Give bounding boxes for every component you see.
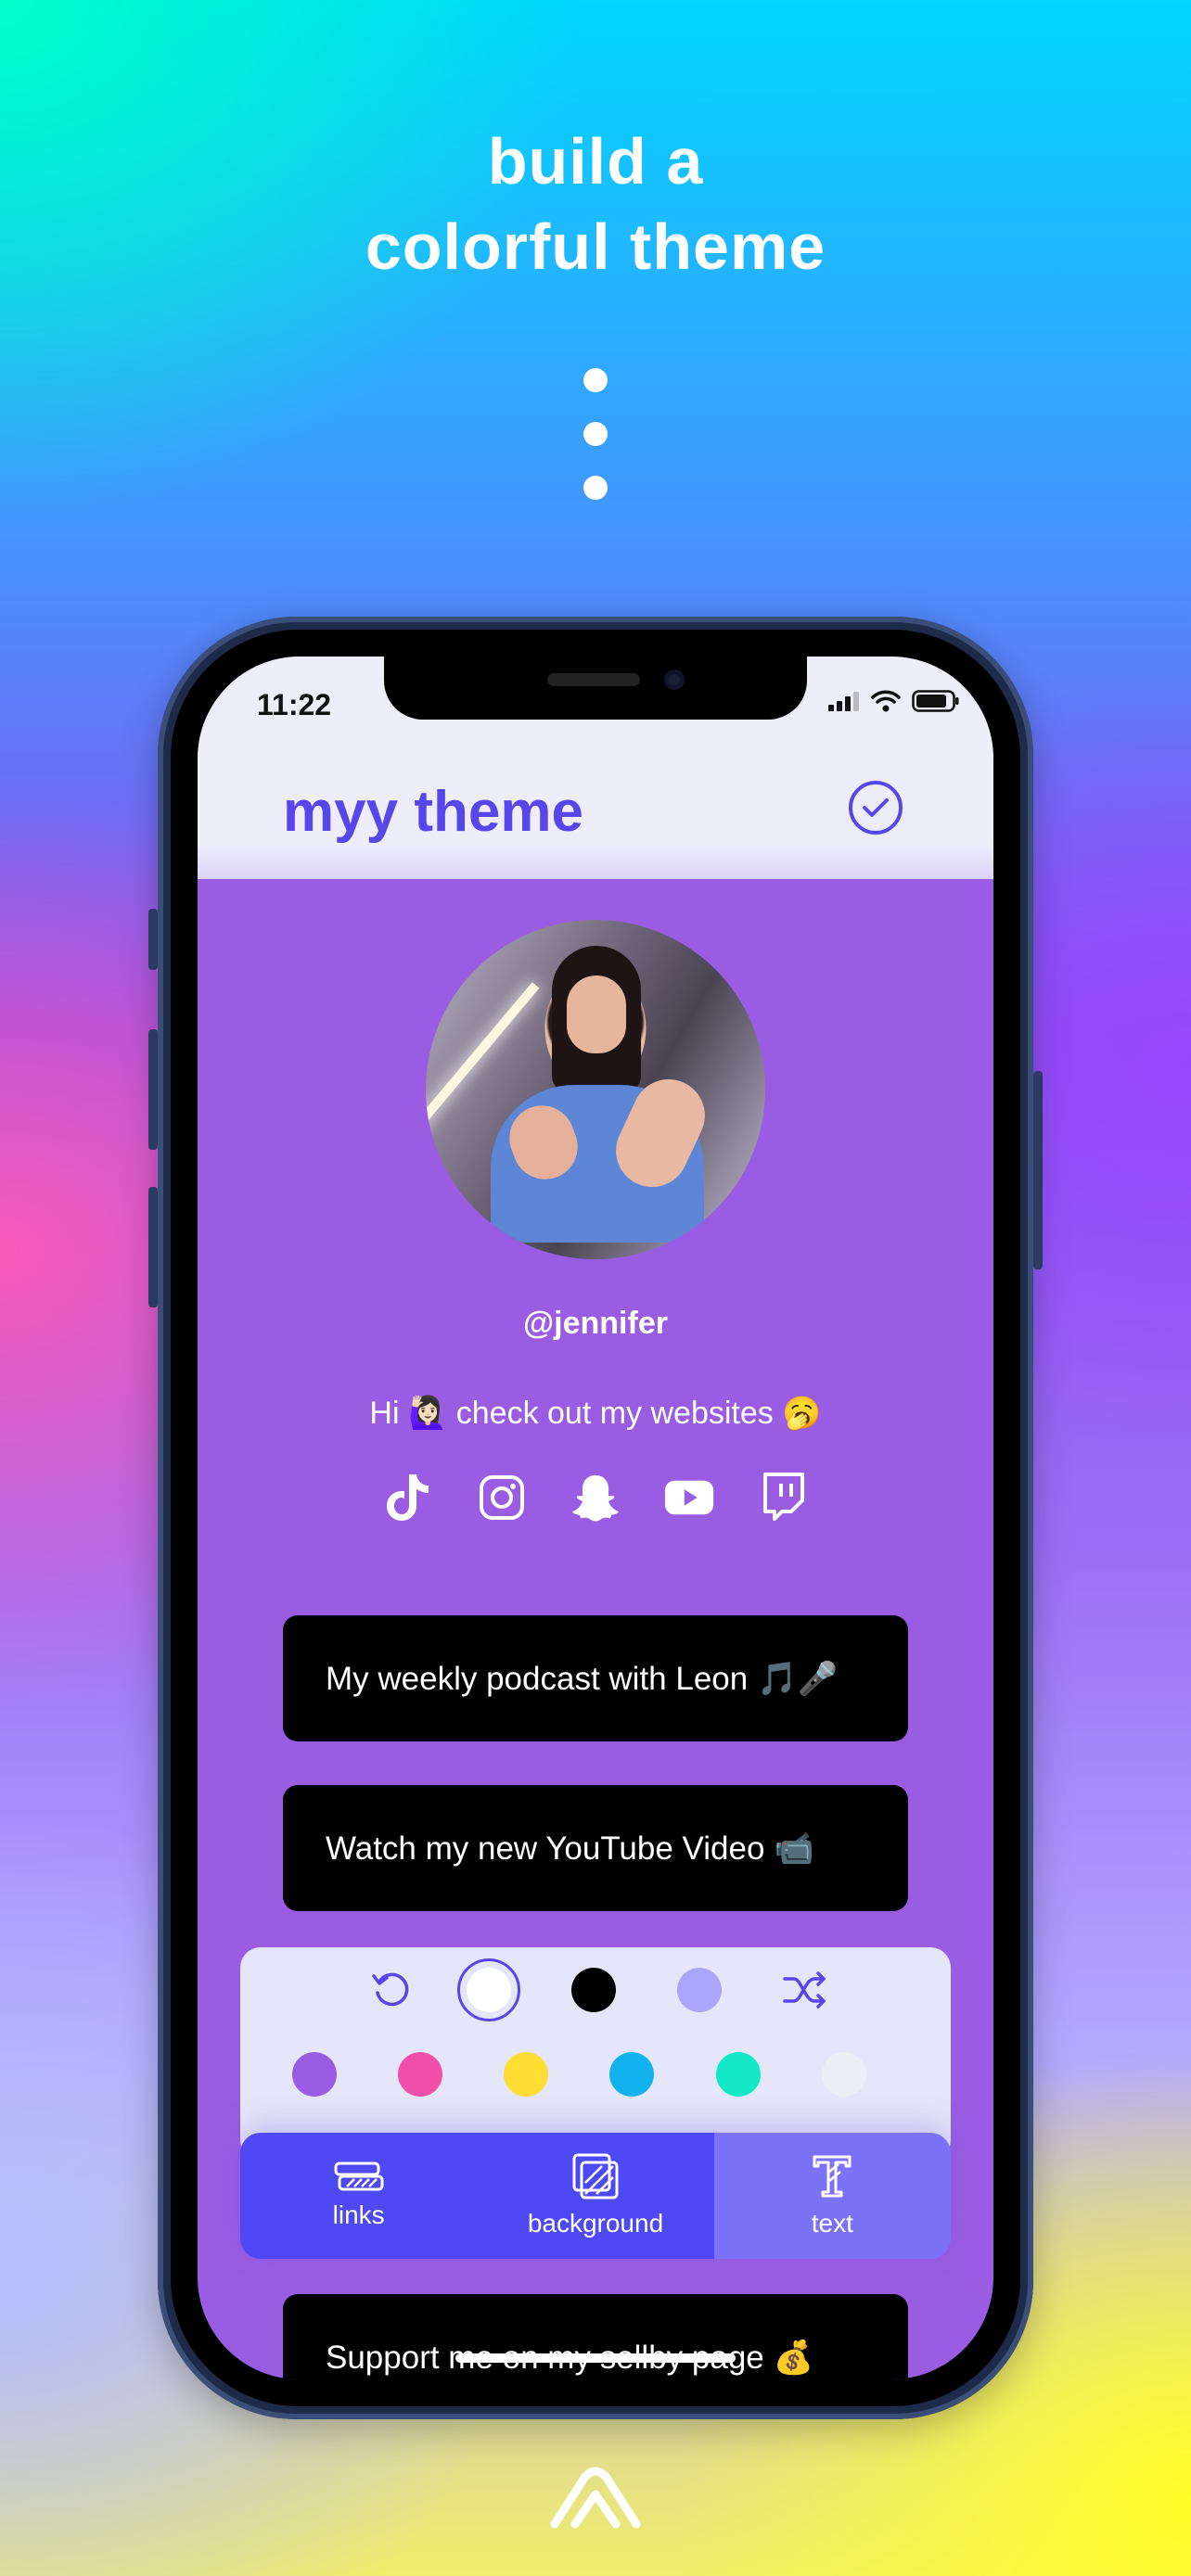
editor-tabs: links background text xyxy=(240,2133,951,2259)
color-swatch-blue[interactable] xyxy=(609,2052,654,2097)
tab-text[interactable]: text xyxy=(713,2133,951,2259)
tab-links-label: links xyxy=(332,2200,385,2229)
link-button-podcast[interactable]: My weekly podcast with Leon 🎵🎤 xyxy=(283,1615,908,1741)
theme-editor-panel: links background text xyxy=(240,1947,951,2267)
phone-volume-up xyxy=(148,1029,158,1150)
color-swatch-lavender[interactable] xyxy=(677,1968,722,2012)
tab-text-label: text xyxy=(811,2209,853,2238)
headline-line-1: build a xyxy=(487,125,704,198)
headline-line-2: colorful theme xyxy=(365,210,826,283)
tab-links[interactable]: links xyxy=(240,2133,478,2259)
avatar[interactable] xyxy=(426,920,765,1259)
color-swatch-purple[interactable] xyxy=(292,2052,337,2097)
status-icons xyxy=(828,690,960,712)
phone-screen: 11:22 myy theme @jennifer Hi 🙋🏻‍♀️ check… xyxy=(198,657,993,2379)
instagram-icon[interactable] xyxy=(477,1473,527,1523)
tab-background[interactable]: background xyxy=(477,2133,714,2259)
battery-icon xyxy=(912,690,959,712)
undo-icon[interactable] xyxy=(369,1968,414,2012)
color-swatch-black[interactable] xyxy=(571,1968,616,2012)
color-swatch-light-gray[interactable] xyxy=(822,2052,866,2097)
page-title: myy theme xyxy=(283,780,583,844)
color-swatch-pink[interactable] xyxy=(398,2052,442,2097)
color-palette xyxy=(240,1947,951,2161)
check-icon xyxy=(863,798,889,817)
signal-icon xyxy=(828,692,859,711)
phone-power-button xyxy=(1033,1071,1043,1269)
snapchat-icon[interactable] xyxy=(570,1473,621,1523)
username: @jennifer xyxy=(523,1306,668,1341)
tab-background-label: background xyxy=(527,2209,664,2238)
color-swatch-teal[interactable] xyxy=(716,2052,761,2097)
tiktok-icon[interactable] xyxy=(383,1473,433,1523)
phone-mute-switch xyxy=(148,909,158,970)
shuffle-icon[interactable] xyxy=(782,1968,828,2012)
links-icon xyxy=(334,2162,384,2191)
phone-volume-down xyxy=(148,1187,158,1307)
color-swatch-yellow[interactable] xyxy=(504,2052,548,2097)
link-button-youtube[interactable]: Watch my new YouTube Video 📹 xyxy=(283,1785,908,1911)
status-time: 11:22 xyxy=(257,688,332,721)
color-swatch-white-selected[interactable] xyxy=(457,1958,520,2021)
vertical-dots xyxy=(583,368,608,529)
home-indicator xyxy=(455,2353,736,2363)
wifi-icon xyxy=(871,690,901,712)
bio-text: Hi 🙋🏻‍♀️ check out my websites 🥱 xyxy=(369,1396,822,1431)
headline: build a colorful theme xyxy=(0,119,1191,289)
link-button-sellby[interactable]: Support me on my sellby page 💰 xyxy=(283,2294,908,2379)
background-icon xyxy=(572,2153,619,2200)
social-icons xyxy=(383,1473,808,1523)
text-icon xyxy=(813,2155,852,2198)
youtube-icon[interactable] xyxy=(664,1473,714,1523)
confirm-button[interactable] xyxy=(849,781,903,835)
twitch-icon[interactable] xyxy=(758,1473,808,1523)
notch xyxy=(384,657,807,720)
app-logo xyxy=(547,2467,644,2531)
